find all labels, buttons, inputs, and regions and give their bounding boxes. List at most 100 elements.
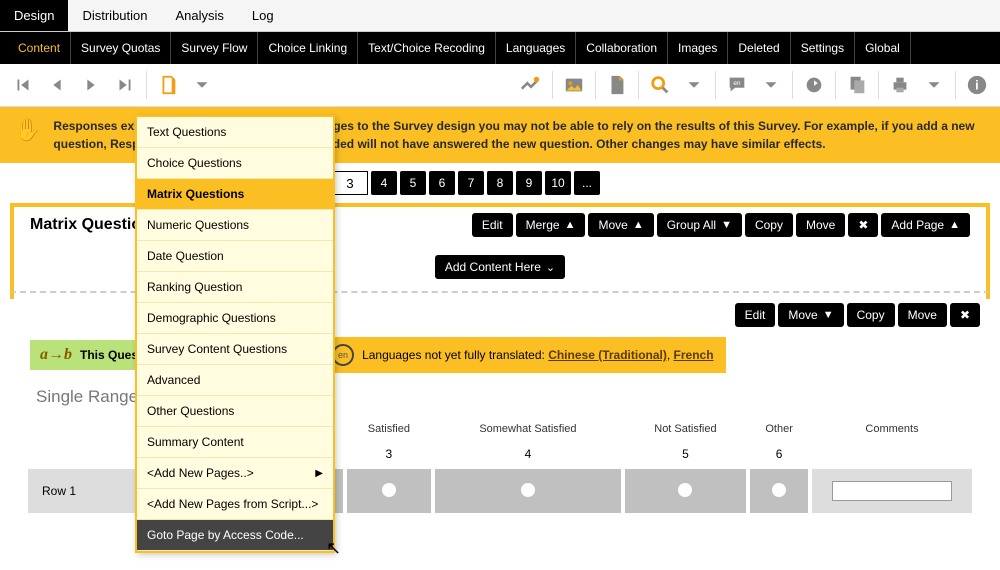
- lang-link-chinese[interactable]: Chinese (Traditional): [548, 348, 667, 362]
- subnav-content[interactable]: Content: [8, 32, 71, 64]
- languages-badge: en Languages not yet fully translated: C…: [320, 337, 726, 373]
- chat-icon[interactable]: en: [722, 70, 752, 100]
- sub-nav: Content Survey Quotas Survey Flow Choice…: [0, 32, 1000, 64]
- arrow-up-icon: ▲: [949, 219, 960, 231]
- tab-analysis[interactable]: Analysis: [162, 0, 238, 31]
- col-somewhat: Somewhat Satisfied: [435, 419, 620, 439]
- radio-cell[interactable]: [347, 469, 432, 513]
- page-add-icon[interactable]: [153, 70, 183, 100]
- submenu-arrow-icon: ▶: [315, 468, 323, 479]
- draw-icon[interactable]: [516, 70, 546, 100]
- subnav-deleted[interactable]: Deleted: [728, 32, 790, 64]
- document-icon[interactable]: [602, 70, 632, 100]
- ditem-summary[interactable]: Summary Content: [137, 427, 333, 458]
- subnav-collab[interactable]: Collaboration: [576, 32, 668, 64]
- ditem-ranking[interactable]: Ranking Question: [137, 272, 333, 303]
- page-6[interactable]: 6: [429, 171, 455, 195]
- subnav-linking[interactable]: Choice Linking: [258, 32, 358, 64]
- q-delete-button[interactable]: ✖: [950, 303, 980, 327]
- tab-distribution[interactable]: Distribution: [68, 0, 161, 31]
- num-5: 5: [625, 443, 747, 465]
- nav-next-icon[interactable]: [76, 70, 106, 100]
- page-dropdown-icon[interactable]: [187, 70, 217, 100]
- lang-text: Languages not yet fully translated: Chin…: [362, 348, 714, 362]
- print-icon[interactable]: [885, 70, 915, 100]
- radio-icon: [521, 483, 535, 497]
- nav-prev-icon[interactable]: [42, 70, 72, 100]
- add-page-button[interactable]: Add Page▲: [881, 213, 970, 237]
- page-7[interactable]: 7: [458, 171, 484, 195]
- q-move-button[interactable]: Move: [898, 303, 947, 327]
- chat-dropdown-icon[interactable]: [756, 70, 786, 100]
- svg-text:i: i: [975, 78, 979, 93]
- radio-cell[interactable]: [750, 469, 808, 513]
- comment-input[interactable]: [832, 481, 952, 501]
- ditem-demographic[interactable]: Demographic Questions: [137, 303, 333, 334]
- subnav-recoding[interactable]: Text/Choice Recoding: [358, 32, 496, 64]
- refresh-icon[interactable]: [799, 70, 829, 100]
- edit-button[interactable]: Edit: [472, 213, 513, 237]
- ditem-text[interactable]: Text Questions: [137, 117, 333, 148]
- copy-button[interactable]: Copy: [745, 213, 793, 237]
- group-all-button[interactable]: Group All▼: [657, 213, 742, 237]
- ditem-matrix[interactable]: Matrix Questions: [137, 179, 333, 210]
- ditem-date[interactable]: Date Question: [137, 241, 333, 272]
- subnav-languages[interactable]: Languages: [496, 32, 576, 64]
- page-actions: Edit Merge▲ Move▲ Group All▼ Copy Move ✖…: [472, 213, 970, 237]
- subnav-settings[interactable]: Settings: [791, 32, 855, 64]
- radio-cell[interactable]: [625, 469, 747, 513]
- add-content-button[interactable]: Add Content Here⌄: [435, 255, 565, 279]
- search-icon[interactable]: [645, 70, 675, 100]
- ditem-choice[interactable]: Choice Questions: [137, 148, 333, 179]
- search-dropdown-icon[interactable]: [679, 70, 709, 100]
- radio-cell[interactable]: [435, 469, 620, 513]
- subnav-quotas[interactable]: Survey Quotas: [71, 32, 171, 64]
- image-icon[interactable]: [559, 70, 589, 100]
- ditem-advanced[interactable]: Advanced: [137, 365, 333, 396]
- page-9[interactable]: 9: [516, 171, 542, 195]
- merge-button[interactable]: Merge▲: [516, 213, 586, 237]
- page-input[interactable]: [332, 171, 368, 195]
- q-edit-button[interactable]: Edit: [735, 303, 776, 327]
- ditem-add-pages-script[interactable]: <Add New Pages from Script...>: [137, 489, 333, 520]
- tab-design[interactable]: Design: [0, 0, 68, 31]
- page-input-field[interactable]: [333, 172, 367, 194]
- info-icon[interactable]: i: [962, 70, 992, 100]
- q-move-down-button[interactable]: Move▼: [778, 303, 843, 327]
- svg-text:en: en: [733, 80, 741, 87]
- q-copy-button[interactable]: Copy: [847, 303, 895, 327]
- subnav-global[interactable]: Global: [855, 32, 911, 64]
- language-icon: en: [332, 344, 354, 366]
- delete-button[interactable]: ✖: [848, 213, 878, 237]
- ditem-add-pages[interactable]: <Add New Pages..>▶: [137, 458, 333, 489]
- page-4[interactable]: 4: [371, 171, 397, 195]
- subnav-flow[interactable]: Survey Flow: [171, 32, 258, 64]
- chevron-down-icon: ⌄: [546, 261, 555, 274]
- print-dropdown-icon[interactable]: [919, 70, 949, 100]
- arrow-up-icon: ▲: [633, 219, 644, 231]
- ditem-goto-page[interactable]: Goto Page by Access Code...: [137, 520, 333, 551]
- page-8[interactable]: 8: [487, 171, 513, 195]
- radio-icon: [382, 483, 396, 497]
- ditem-survey-content[interactable]: Survey Content Questions: [137, 334, 333, 365]
- tab-log[interactable]: Log: [238, 0, 288, 31]
- subnav-images[interactable]: Images: [668, 32, 728, 64]
- num-6: 6: [750, 443, 808, 465]
- num-4: 4: [435, 443, 620, 465]
- col-comments: Comments: [812, 419, 972, 439]
- page-10[interactable]: 10: [545, 171, 571, 195]
- page-5[interactable]: 5: [400, 171, 426, 195]
- lang-link-french[interactable]: French: [674, 348, 714, 362]
- ditem-numeric[interactable]: Numeric Questions: [137, 210, 333, 241]
- page-more[interactable]: ...: [574, 171, 600, 195]
- move-up-button[interactable]: Move▲: [588, 213, 653, 237]
- nav-first-icon[interactable]: [8, 70, 38, 100]
- num-3: 3: [347, 443, 432, 465]
- ditem-other[interactable]: Other Questions: [137, 396, 333, 427]
- question-type-dropdown: Text Questions Choice Questions Matrix Q…: [135, 115, 335, 553]
- radio-icon: [772, 483, 786, 497]
- toolbar: en i: [0, 64, 1000, 107]
- nav-last-icon[interactable]: [110, 70, 140, 100]
- move-button[interactable]: Move: [796, 213, 845, 237]
- copy-icon[interactable]: [842, 70, 872, 100]
